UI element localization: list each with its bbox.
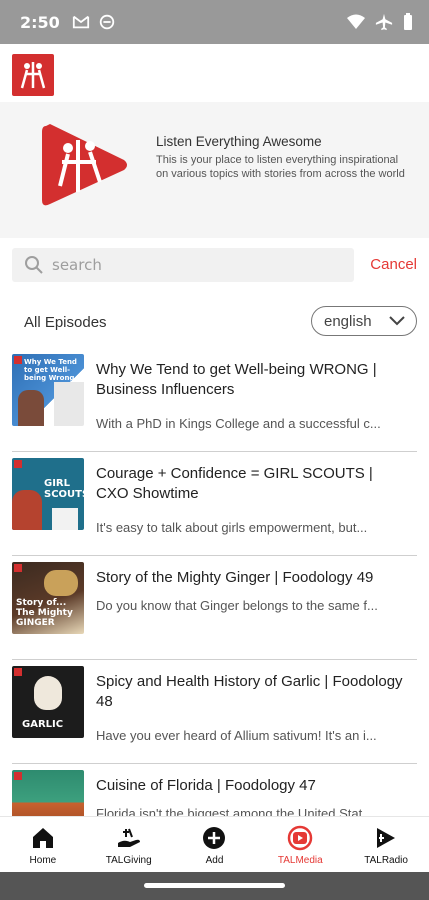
nav-label: Home (29, 855, 57, 866)
language-value: english (324, 312, 372, 330)
cancel-button[interactable]: Cancel (370, 256, 417, 273)
add-circle-icon (203, 827, 226, 849)
play-circle-icon (288, 825, 313, 851)
search-row: Cancel (0, 238, 429, 292)
nav-item-talradio[interactable]: TALRadio (343, 817, 429, 872)
list-item[interactable]: Cuisine of Florida | Foodology 47 Florid… (12, 764, 417, 816)
episode-title: Courage + Confidence = GIRL SCOUTS | CXO… (96, 465, 373, 502)
bottom-nav: Home TALGiving Add TALMedia TALRadio (0, 816, 429, 872)
gmail-icon (72, 15, 89, 29)
status-time: 2:50 (20, 12, 60, 32)
search-box[interactable] (12, 248, 354, 282)
episode-thumbnail: Why We Tend to get Well-being Wrong (12, 354, 84, 426)
language-select[interactable]: english (311, 306, 417, 336)
tal-media-logo (42, 124, 127, 206)
episode-title: Why We Tend to get Well-being WRONG | Bu… (96, 361, 377, 398)
list-item[interactable]: Story of... The Mighty GINGER Story of t… (12, 556, 417, 660)
thumbnail-text: Why We Tend to get Well-being Wrong (24, 358, 77, 382)
episode-description: It's easy to talk about girls empowermen… (96, 520, 368, 535)
episode-description: Have you ever heard of Allium sativum! I… (96, 728, 377, 743)
hero-banner: Listen Everything Awesome This is your p… (0, 102, 429, 238)
list-heading: All Episodes (24, 314, 107, 331)
episode-thumbnail: Story of... The Mighty GINGER (12, 562, 84, 634)
nav-item-talgiving[interactable]: TALGiving (86, 817, 172, 872)
chevron-down-icon (389, 316, 405, 326)
episode-thumbnail: GIRL SCOUTS (12, 458, 84, 530)
thumbnail-text: Story of... The Mighty GINGER (16, 598, 73, 628)
episode-description: With a PhD in Kings College and a succes… (96, 416, 381, 431)
app-logo[interactable] (12, 54, 54, 96)
nav-label: Add (205, 855, 224, 866)
radio-play-icon (377, 828, 396, 848)
hero-description: This is your place to listen everything … (156, 154, 405, 180)
list-item[interactable]: Why We Tend to get Well-being Wrong Why … (12, 348, 417, 452)
search-icon (25, 256, 43, 274)
episode-description: Florida isn't the biggest among the Unit… (96, 806, 374, 816)
status-bar: 2:50 (0, 0, 429, 44)
giving-hand-icon (117, 828, 140, 847)
nav-label: TALGiving (105, 855, 152, 866)
episode-list[interactable]: All Episodes english Why We Tend to get … (0, 292, 429, 816)
thumbnail-text: GARLIC (22, 719, 64, 730)
nav-item-add[interactable]: Add (172, 817, 258, 872)
nav-label: TALMedia (277, 855, 323, 866)
nav-item-home[interactable]: Home (0, 817, 86, 872)
data-saver-icon (99, 14, 114, 30)
episode-title: Story of the Mighty Ginger | Foodology 4… (96, 569, 374, 586)
episode-title: Spicy and Health History of Garlic | Foo… (96, 673, 403, 710)
thumbnail-text: GIRL SCOUTS (44, 478, 84, 500)
home-icon (32, 828, 53, 848)
list-item[interactable]: GIRL SCOUTS Courage + Confidence = GIRL … (12, 452, 417, 556)
nav-label: TALRadio (364, 855, 408, 866)
nav-item-talmedia[interactable]: TALMedia (257, 817, 343, 872)
battery-icon (404, 13, 412, 30)
search-input[interactable] (52, 256, 332, 274)
wifi-icon (347, 14, 365, 29)
episode-description: Do you know that Ginger belongs to the s… (96, 598, 378, 613)
home-gesture-handle[interactable] (144, 883, 285, 888)
episode-thumbnail: GARLIC (12, 666, 84, 738)
list-item[interactable]: GARLIC Spicy and Health History of Garli… (12, 660, 417, 764)
tal-logo-icon (20, 62, 46, 89)
airplane-icon (375, 13, 393, 31)
episode-title: Cuisine of Florida | Foodology 47 (96, 777, 316, 794)
app-bar (0, 44, 429, 102)
hero-title: Listen Everything Awesome (156, 134, 322, 149)
list-header: All Episodes english (0, 292, 429, 348)
system-nav-bar (0, 872, 429, 900)
episode-thumbnail (12, 770, 84, 816)
